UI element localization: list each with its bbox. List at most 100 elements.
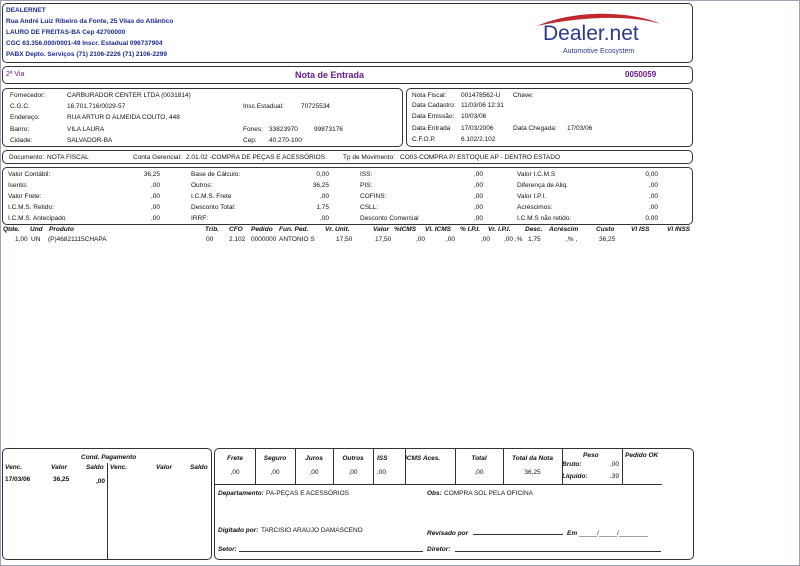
liquido-label: Líquido: (562, 473, 588, 480)
totals-value: 36,25 (524, 469, 541, 476)
totals-value: ,00 (348, 469, 358, 476)
items-column-header: Vr. Unit. (325, 226, 350, 233)
items-column-header: Vr. I.P.I. (488, 226, 511, 233)
emissao-value: 10/03/06 (461, 113, 487, 120)
value-amount: ,00 (473, 182, 483, 189)
bruto-label: Bruto: (562, 461, 582, 468)
value-amount: ,00 (150, 215, 160, 222)
page-title: Nota de Entrada (295, 70, 365, 80)
value-amount: ,00 (319, 193, 329, 200)
liquido-value: ,39 (610, 473, 620, 480)
supplier-box: Fornecedor: CARBURADOR CENTER LTDA (0031… (2, 88, 403, 147)
totals-label: Frete (227, 455, 243, 462)
value-label: Base de Cálculo: (191, 171, 241, 178)
chave-label: Chave: (513, 92, 534, 99)
bairro-value: VILA LAURA (67, 126, 105, 133)
totals-value: ,00 (377, 469, 387, 476)
items-column-header: Vl INSS (667, 226, 691, 233)
table-cell: ,00 ,% (504, 236, 523, 243)
value-label: Valor Frete: (8, 193, 42, 200)
table-cell: 0000000 (251, 236, 277, 243)
items-column-header: Vl. ICMS (425, 226, 452, 233)
tp-movimento-value: CO03-COMPRA P/ ESTOQUE AP - DENTRO ESTAD… (400, 154, 561, 161)
setor-label: Setor: (218, 546, 237, 553)
conta-label: Conta Gerencial: (133, 154, 182, 161)
value-amount: 1,75 (316, 204, 329, 211)
value-label: IRRF: (191, 215, 208, 222)
payment-head-saldo2: Saldo (190, 464, 208, 471)
fornecedor-label: Fornecedor: (10, 92, 46, 99)
table-cell: UN (31, 236, 41, 243)
setor-line (239, 551, 423, 552)
value-label: I.C.M.S. Retido: (8, 204, 54, 211)
dealernet-logo: Dealer.net Automotive Ecosystem (533, 12, 673, 58)
company-phones: PABX Depto. Serviços (71) 2106-2226 (71)… (6, 51, 168, 58)
chegada-value: 17/03/06 (567, 125, 593, 132)
items-column-header: Pedido (251, 226, 273, 233)
title-bar: 2ª Via Nota de Entrada 0050059 (2, 66, 693, 84)
totals-value: ,00 (230, 469, 240, 476)
em-date-blank: _____/_____/________ (579, 530, 648, 537)
fone2-value: 99873176 (314, 126, 343, 133)
value-amount: 36,25 (312, 182, 329, 189)
value-amount: 36,25 (143, 171, 160, 178)
table-cell: 1,00 (15, 236, 28, 243)
totals-value: ,00 (309, 469, 319, 476)
endereco-label: Endereço: (10, 114, 40, 121)
totals-value: ,00 (474, 469, 484, 476)
value-label: Valor I.C.M.S (517, 171, 556, 178)
value-label: Acréscimos: (517, 204, 553, 211)
totals-divider (622, 449, 623, 484)
table-cell: 00 (206, 236, 214, 243)
totals-box: Frete ,00 Seguro ,00 Juros ,00 Outros ,00 ISS ,00… (214, 448, 694, 560)
document-number: 0050059 (625, 70, 657, 79)
cadastro-label: Data Cadastro: (412, 102, 456, 109)
totals-label: Seguro (263, 455, 287, 462)
value-amount: ,00 (150, 204, 160, 211)
departamento-label: Departamento: (218, 490, 264, 497)
nf-label: Nota Fiscal: (412, 92, 447, 99)
fone1-value: 33823970 (269, 126, 298, 133)
fornecedor-value: CARBURADOR CENTER LTDA (0031814) (67, 92, 191, 99)
documento-value: NOTA FISCAL (47, 154, 89, 161)
digitado-value: TARCISIO ARAUJO DAMASCENO (261, 527, 363, 534)
values-box: Valor Contábil: 36,25 Isento: ,00 Valor Fret… (2, 167, 693, 225)
table-cell: ,% , (566, 236, 578, 243)
totals-bottom-line (215, 484, 662, 485)
cep-label: Cep: (243, 137, 257, 144)
value-label: COFINS: (360, 193, 387, 200)
items-table: Qtde. Und Produto Trib. CFO Pedido Fun. Ped. Vr… (0, 226, 700, 248)
value-amount: 0,00 (645, 171, 658, 178)
revisado-label: Revisado por (427, 530, 469, 537)
value-label: Desconto Comercial (360, 215, 419, 222)
items-column-header: Custo (596, 226, 615, 233)
fones-label: Fones: (243, 126, 263, 133)
emissao-label: Data Emissão: (412, 113, 455, 120)
value-amount: ,00 (648, 193, 658, 200)
items-column-header: Valor (373, 226, 390, 233)
entrada-value: 17/03/2006 (461, 125, 494, 132)
items-column-header: Desc. (525, 226, 543, 233)
table-cell: 2.102 (229, 236, 246, 243)
items-column-header: Und (30, 226, 43, 233)
pedido-ok-label: Pedido OK (625, 452, 659, 459)
table-cell: 17,50 (375, 236, 392, 243)
value-label: CSLL: (360, 204, 379, 211)
revisado-line (473, 534, 563, 535)
value-label: Isento: (8, 182, 28, 189)
totals-label: Total da Nota (512, 455, 553, 462)
payment-divider (107, 463, 108, 560)
payment-head-valor2: Valor (156, 464, 173, 471)
table-cell: 1,75 (528, 236, 541, 243)
insc-value: 70725534 (301, 103, 330, 110)
invoice-box: Nota Fiscal: 001478562-U Chave: Data Cad… (406, 88, 693, 147)
totals-value: ,00 (270, 469, 280, 476)
payment-head-saldo: Saldo (86, 464, 104, 471)
value-amount: 0,00 (316, 171, 329, 178)
items-column-header: %ICMS (394, 226, 417, 233)
value-amount: ,00 (648, 204, 658, 211)
entrada-label: Data Entrada (412, 125, 451, 132)
peso-label: Peso (583, 452, 599, 459)
logo-subtitle: Automotive Ecosystem (563, 48, 635, 55)
items-column-header: Produto (49, 226, 74, 233)
